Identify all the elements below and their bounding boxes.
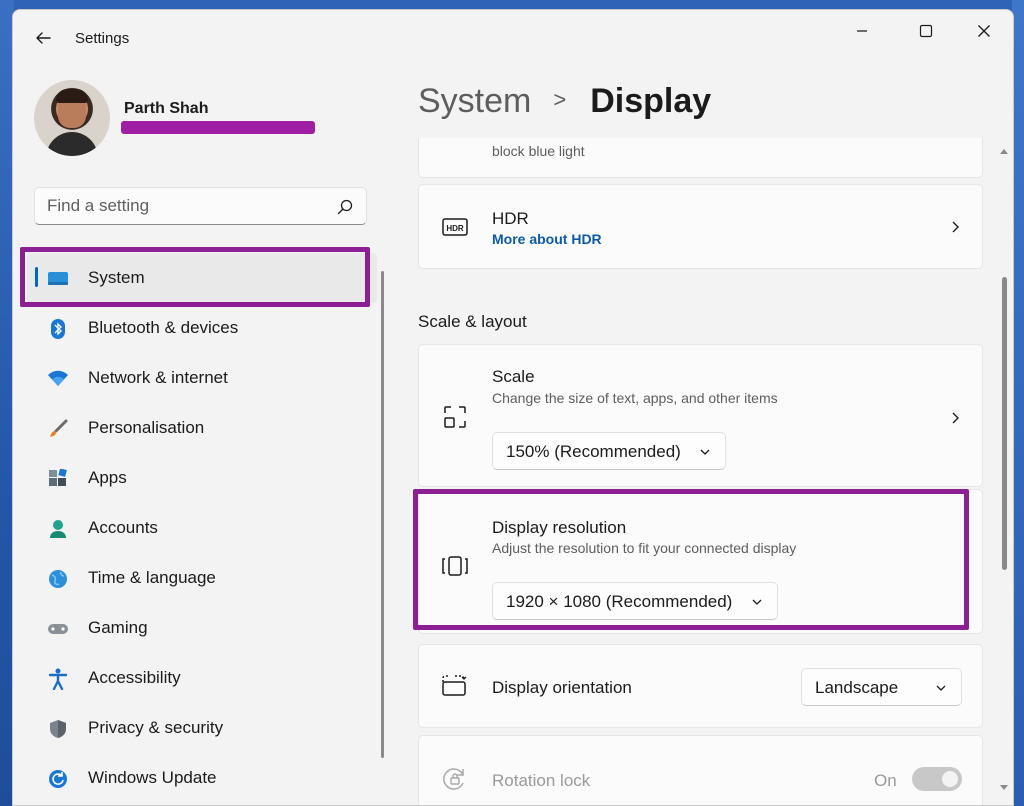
rotation-lock-card: Rotation lock On bbox=[418, 735, 983, 805]
email-redaction-mark bbox=[121, 121, 315, 134]
brush-icon bbox=[47, 418, 69, 440]
sidebar-item-bluetooth[interactable]: Bluetooth & devices bbox=[27, 303, 377, 353]
apps-icon bbox=[47, 468, 69, 490]
chevron-down-icon bbox=[700, 449, 710, 455]
back-arrow-icon bbox=[36, 32, 51, 44]
scroll-up-arrow-icon[interactable] bbox=[998, 145, 1010, 157]
orientation-icon bbox=[441, 672, 469, 700]
close-button[interactable] bbox=[961, 16, 1007, 46]
avatar bbox=[34, 80, 110, 156]
sidebar-item-label: Bluetooth & devices bbox=[88, 318, 239, 337]
globe-icon bbox=[47, 568, 69, 590]
breadcrumb-separator: > bbox=[553, 86, 567, 112]
scale-card[interactable]: Scale Change the size of text, apps, and… bbox=[418, 344, 983, 487]
sidebar-item-label: Gaming bbox=[88, 618, 148, 637]
bluetooth-icon bbox=[47, 318, 69, 340]
chevron-right-icon bbox=[952, 412, 959, 424]
page-title: Display bbox=[590, 82, 712, 120]
toggle-knob bbox=[942, 771, 958, 787]
sidebar-item-accessibility[interactable]: Accessibility bbox=[27, 653, 377, 703]
search-input[interactable] bbox=[47, 196, 327, 216]
main-scrollbar[interactable] bbox=[1002, 277, 1007, 570]
sidebar-item-gaming[interactable]: Gaming bbox=[27, 603, 377, 653]
night-light-card[interactable]: block blue light bbox=[418, 138, 983, 178]
display-orientation-title: Display orientation bbox=[492, 678, 632, 697]
back-button[interactable] bbox=[29, 24, 57, 52]
search-icon[interactable] bbox=[336, 198, 354, 216]
maximize-icon bbox=[919, 24, 933, 38]
sidebar-item-windows-update[interactable]: Windows Update bbox=[27, 753, 377, 803]
rotation-lock-state: On bbox=[874, 771, 897, 790]
breadcrumb-parent[interactable]: System bbox=[418, 82, 531, 121]
close-icon bbox=[978, 25, 990, 37]
sidebar-item-label: Windows Update bbox=[88, 768, 217, 787]
svg-text:HDR: HDR bbox=[446, 224, 464, 233]
sidebar-item-label: Accessibility bbox=[88, 668, 181, 687]
sidebar-item-network[interactable]: Network & internet bbox=[27, 353, 377, 403]
gamepad-icon bbox=[47, 618, 69, 640]
scale-dropdown-value: 150% (Recommended) bbox=[506, 442, 681, 461]
sidebar-item-accounts[interactable]: Accounts bbox=[27, 503, 377, 553]
chevron-right-icon bbox=[952, 221, 959, 233]
hdr-learn-more-link[interactable]: More about HDR bbox=[492, 231, 602, 247]
sidebar-item-label: Personalisation bbox=[88, 418, 205, 437]
sidebar-item-apps[interactable]: Apps bbox=[27, 453, 377, 503]
scale-dropdown[interactable]: 150% (Recommended) bbox=[492, 432, 726, 470]
chevron-down-icon bbox=[936, 685, 946, 691]
sidebar-item-label: Time & language bbox=[88, 568, 216, 587]
app-title: Settings bbox=[75, 30, 130, 47]
main-content: block blue light HDR HDR More about HDR … bbox=[418, 138, 983, 805]
hdr-card[interactable]: HDR HDR More about HDR bbox=[418, 184, 983, 269]
rotation-lock-icon bbox=[441, 765, 469, 793]
hdr-title: HDR bbox=[492, 209, 529, 228]
hdr-icon: HDR bbox=[441, 213, 469, 241]
sidebar-item-time-language[interactable]: Time & language bbox=[27, 553, 377, 603]
night-light-subtitle: block blue light bbox=[492, 143, 585, 159]
sidebar-item-label: Network & internet bbox=[88, 368, 228, 387]
sidebar-scrollbar[interactable] bbox=[381, 271, 384, 758]
accounts-icon bbox=[47, 518, 69, 540]
scroll-down-arrow-icon[interactable] bbox=[998, 782, 1010, 794]
wifi-icon bbox=[47, 368, 69, 390]
rotation-lock-title: Rotation lock bbox=[492, 771, 591, 790]
display-orientation-card[interactable]: Display orientation Landscape bbox=[418, 644, 983, 728]
sidebar-nav: System Bluetooth & devices Network & int… bbox=[27, 253, 377, 803]
sidebar-item-personalisation[interactable]: Personalisation bbox=[27, 403, 377, 453]
rotation-lock-toggle[interactable] bbox=[912, 767, 962, 791]
settings-window: Settings Parth Shah Find a setting Syste… bbox=[12, 9, 1014, 806]
scale-icon bbox=[441, 403, 469, 431]
sidebar-item-label: Apps bbox=[88, 468, 127, 487]
shield-icon bbox=[47, 718, 69, 740]
section-title-scale-layout: Scale & layout bbox=[418, 312, 527, 331]
maximize-button[interactable] bbox=[903, 16, 949, 46]
user-name: Parth Shah bbox=[124, 100, 209, 117]
scale-subtitle: Change the size of text, apps, and other… bbox=[492, 390, 778, 406]
sidebar-item-label: Accounts bbox=[88, 518, 158, 537]
sidebar-item-privacy-security[interactable]: Privacy & security bbox=[27, 703, 377, 753]
annotation-highlight-resolution bbox=[413, 489, 969, 630]
scale-title: Scale bbox=[492, 367, 535, 386]
annotation-highlight-system bbox=[20, 247, 370, 307]
accessibility-icon bbox=[47, 668, 69, 690]
update-icon bbox=[47, 768, 69, 790]
sidebar-item-label: Privacy & security bbox=[88, 718, 224, 737]
display-orientation-dropdown[interactable]: Landscape bbox=[801, 668, 962, 706]
minimize-icon bbox=[857, 30, 867, 32]
breadcrumb: System > Display bbox=[418, 82, 711, 121]
search-box[interactable] bbox=[34, 187, 367, 225]
title-bar: Settings bbox=[13, 10, 1013, 68]
display-orientation-dropdown-value: Landscape bbox=[815, 678, 899, 697]
minimize-button[interactable] bbox=[839, 16, 885, 46]
